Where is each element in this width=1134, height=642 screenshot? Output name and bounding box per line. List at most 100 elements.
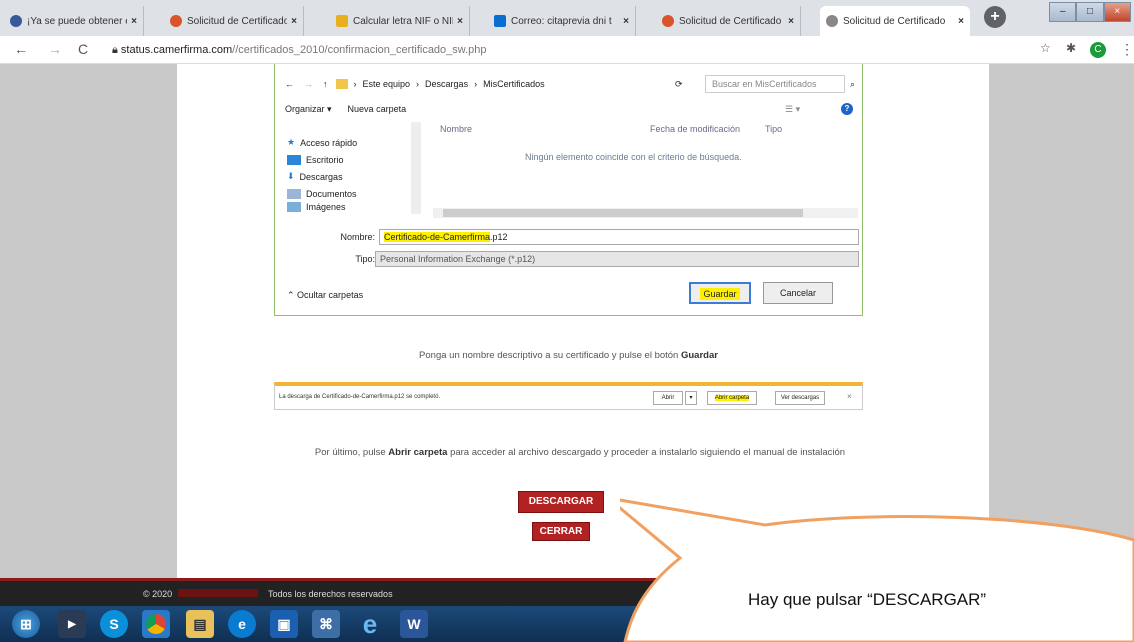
- browser-tab[interactable]: Solicitud de Certificado ×: [656, 6, 801, 36]
- column-fecha[interactable]: Fecha de modificación: [650, 124, 765, 134]
- word-icon[interactable]: W: [400, 610, 428, 638]
- close-icon[interactable]: ×: [847, 392, 852, 401]
- close-tab-icon[interactable]: ×: [131, 16, 137, 27]
- cerrar-button[interactable]: CERRAR: [532, 522, 590, 541]
- maximize-button[interactable]: □: [1076, 2, 1104, 22]
- ie-icon[interactable]: e: [356, 609, 384, 639]
- camerfirma-logo: [178, 589, 258, 597]
- file-list-header: Nombre Fecha de modificación Tipo: [440, 124, 850, 134]
- forward-arrow-icon[interactable]: →: [304, 79, 313, 89]
- download-status-text: La descarga de Certificado-de-Camerfirma…: [279, 394, 441, 400]
- breadcrumb: › Este equipo › Descargas › MisCertificados: [353, 79, 545, 89]
- navigation-pane: ★ Acceso rápido Escritorio ⬇ Descargas Doc…: [287, 134, 417, 212]
- folder-icon: [335, 79, 348, 89]
- breadcrumb-item[interactable]: MisCertificados: [483, 79, 545, 89]
- close-tab-icon[interactable]: ×: [291, 16, 297, 27]
- download-bar-screenshot: La descarga de Certificado-de-Camerfirma…: [274, 382, 863, 410]
- desktop-icon: [287, 154, 301, 165]
- extensions-icon[interactable]: ✱: [1066, 41, 1076, 55]
- close-tab-icon[interactable]: ×: [457, 16, 463, 27]
- callout-shape: [620, 498, 1134, 642]
- network-icon[interactable]: ⌘: [312, 610, 340, 638]
- descargar-button[interactable]: DESCARGAR: [518, 491, 604, 513]
- breadcrumb-item[interactable]: Este equipo: [363, 79, 411, 89]
- lock-icon: 🔒︎: [112, 44, 121, 56]
- url-bar[interactable]: 🔒︎ status.camerfirma.com//certificados_2…: [112, 41, 1022, 59]
- abrir-dropdown-icon[interactable]: ▾: [685, 391, 697, 405]
- download-icon: ⬇: [287, 171, 295, 181]
- search-icon: ⌕: [850, 78, 856, 89]
- breadcrumb-item[interactable]: Descargas: [425, 79, 468, 89]
- camerfirma-icon: [170, 15, 182, 27]
- callout-text: Hay que pulsar “DESCARGAR”: [748, 590, 987, 609]
- browser-tab[interactable]: Solicitud de Certificado ×: [164, 6, 304, 36]
- horizontal-scrollbar[interactable]: [433, 208, 858, 218]
- search-input[interactable]: Buscar en MisCertificados: [705, 75, 845, 93]
- rights-text: Todos los derechos reservados: [268, 589, 393, 599]
- avatar[interactable]: C: [1090, 42, 1106, 58]
- browser-tab[interactable]: ¡Ya se puede obtener e ×: [4, 6, 144, 36]
- column-nombre[interactable]: Nombre: [440, 124, 650, 134]
- address-row: ← → C 🔒︎ status.camerfirma.com//certific…: [0, 36, 1134, 64]
- chrome-icon[interactable]: [142, 610, 170, 638]
- close-tab-icon[interactable]: ×: [623, 16, 629, 27]
- ver-descargas-button[interactable]: Ver descargas: [775, 391, 825, 405]
- path-bar: ← → ↑ › Este equipo › Descargas › MisCertif…: [285, 74, 855, 94]
- forward-arrow-icon[interactable]: →: [48, 41, 62, 57]
- cancelar-button[interactable]: Cancelar: [763, 282, 833, 304]
- filetype-select[interactable]: Personal Information Exchange (*.p12): [375, 251, 859, 267]
- nav-item-acceso-rapido[interactable]: ★ Acceso rápido: [287, 134, 417, 151]
- abrir-carpeta-button[interactable]: Abrir carpeta: [707, 391, 757, 405]
- star-icon: ★: [287, 137, 296, 147]
- tipo-label: Tipo:: [355, 254, 375, 264]
- ocultar-carpetas-toggle[interactable]: ⌃ Ocultar carpetas: [287, 290, 363, 301]
- abrir-button[interactable]: Abrir: [653, 391, 683, 405]
- start-orb-icon[interactable]: ⊞: [12, 610, 40, 638]
- help-icon[interactable]: ?: [841, 103, 853, 115]
- back-arrow-icon[interactable]: ←: [14, 41, 28, 57]
- reload-icon[interactable]: C: [78, 41, 88, 57]
- speech-bubble-callout: [620, 498, 1134, 642]
- edge-icon[interactable]: e: [228, 610, 256, 638]
- dialog-toolbar: Organizar ▾ Nueva carpeta ☰ ▾ ?: [285, 100, 855, 118]
- documents-icon: [287, 188, 301, 199]
- instruction-guardar: Ponga un nombre descriptivo a su certifi…: [419, 350, 718, 361]
- menu-icon[interactable]: ⋮: [1120, 41, 1134, 58]
- browser-tab-active[interactable]: Solicitud de Certificado ×: [820, 6, 970, 36]
- media-player-icon[interactable]: ▶: [58, 610, 86, 638]
- nav-item-documentos[interactable]: Documentos: [287, 185, 417, 202]
- browser-tab[interactable]: Calcular letra NIF o NIE ×: [330, 6, 470, 36]
- close-window-button[interactable]: ×: [1103, 2, 1131, 22]
- filename-input[interactable]: Certificado-de-Camerfirma.p12: [379, 229, 859, 245]
- star-icon[interactable]: ☆: [1040, 41, 1051, 55]
- browser-tab-strip: ¡Ya se puede obtener e × Solicitud de Cer…: [0, 0, 1134, 36]
- close-tab-icon[interactable]: ×: [958, 16, 964, 27]
- nueva-carpeta-button[interactable]: Nueva carpeta: [348, 104, 407, 114]
- feather-icon: [10, 15, 22, 27]
- column-tipo[interactable]: Tipo: [765, 124, 782, 134]
- file-explorer-icon[interactable]: ▤: [186, 610, 214, 638]
- organizar-menu[interactable]: Organizar ▾: [285, 104, 332, 115]
- nav-item-escritorio[interactable]: Escritorio: [287, 151, 417, 168]
- minimize-button[interactable]: –: [1049, 2, 1077, 22]
- store-icon[interactable]: ▣: [270, 610, 298, 638]
- nombre-label: Nombre:: [340, 232, 375, 242]
- empty-message: Ningún elemento coincide con el criterio…: [525, 152, 742, 162]
- nav-item-descargas[interactable]: ⬇ Descargas: [287, 168, 417, 185]
- guardar-button[interactable]: Guardar: [689, 282, 751, 304]
- back-arrow-icon[interactable]: ←: [285, 79, 294, 89]
- skype-icon[interactable]: S: [100, 610, 128, 638]
- up-arrow-icon[interactable]: ↑: [323, 79, 328, 89]
- nav-scrollbar[interactable]: [411, 122, 421, 214]
- images-icon: [287, 202, 301, 212]
- close-tab-icon[interactable]: ×: [788, 16, 794, 27]
- refresh-icon[interactable]: ⟳: [675, 79, 683, 90]
- save-file-dialog: ← → ↑ › Este equipo › Descargas › MisCertif…: [274, 64, 863, 316]
- copyright-text: © 2020: [143, 589, 173, 599]
- globe-icon: [826, 15, 838, 27]
- new-tab-button[interactable]: +: [984, 6, 1006, 28]
- view-options-icon[interactable]: ☰ ▾: [785, 104, 800, 115]
- browser-tab[interactable]: Correo: citaprevia dni t ×: [488, 6, 636, 36]
- nav-item-imagenes[interactable]: Imágenes: [287, 202, 417, 212]
- instruction-abrir-carpeta: Por último, pulse Abrir carpeta para acc…: [314, 447, 846, 458]
